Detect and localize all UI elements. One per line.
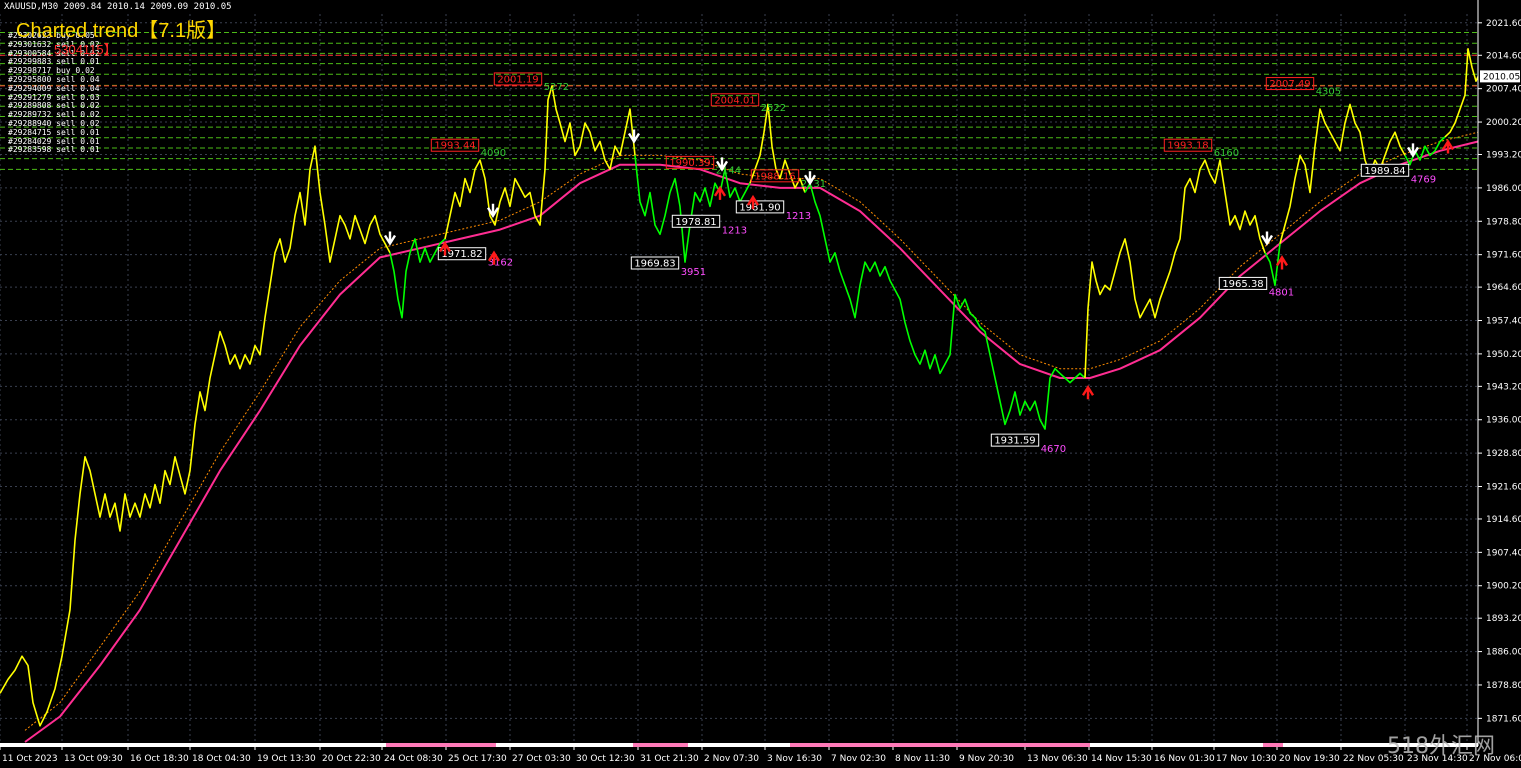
- bar-count-label: 5272: [544, 82, 569, 93]
- swing-low-label: 1969.83: [634, 259, 675, 270]
- y-tick-label: 1936.00: [1486, 416, 1521, 426]
- x-tick-label: 8 Nov 11:30: [895, 754, 950, 764]
- swing-low-label: 1971.82: [441, 249, 482, 260]
- order-item: #29283598 sell 0.01: [8, 145, 100, 155]
- current-price-label: 2010.05: [1483, 72, 1520, 82]
- y-tick-label: 1978.80: [1486, 217, 1521, 227]
- x-tick-label: 19 Oct 13:30: [257, 754, 316, 764]
- y-tick-label: 1986.00: [1486, 184, 1521, 194]
- x-tick-label: 16 Nov 01:30: [1154, 754, 1215, 764]
- price-chart[interactable]: 2001.19 5272 1993.44 4090 2004.01 2522 1990.39…: [0, 0, 1521, 768]
- y-tick-label: 1928.80: [1486, 449, 1521, 459]
- session-marker: [386, 743, 496, 747]
- y-tick-label: 1893.20: [1486, 614, 1521, 624]
- y-tick-label: 1957.40: [1486, 317, 1521, 327]
- y-tick-label: 2014.60: [1486, 51, 1521, 61]
- bar-count-label: 4801: [1269, 287, 1294, 298]
- bar-count-label: 3951: [681, 267, 706, 278]
- x-tick-label: 20 Nov 19:30: [1279, 754, 1340, 764]
- bar-count-label: 1213: [786, 211, 811, 222]
- session-marker: [790, 743, 1090, 747]
- x-tick-label: 25 Oct 17:30: [448, 754, 507, 764]
- y-tick-label: 1914.60: [1486, 515, 1521, 525]
- x-tick-label: 13 Nov 06:30: [1027, 754, 1088, 764]
- swing-high-label: 1990.39: [669, 158, 710, 169]
- session-marker: [633, 743, 688, 747]
- y-tick-label: 1921.60: [1486, 483, 1521, 493]
- bar-count-label: 4090: [481, 148, 506, 159]
- x-tick-label: 27 Oct 03:30: [512, 754, 571, 764]
- chart-background: [0, 0, 1521, 768]
- swing-high-label: 2001.19: [497, 74, 538, 85]
- bar-count-label: 1213: [722, 225, 747, 236]
- x-tick-label: 14 Nov 15:30: [1091, 754, 1152, 764]
- x-tick-label: 9 Nov 20:30: [959, 754, 1014, 764]
- x-tick-label: 31 Oct 21:30: [640, 754, 699, 764]
- x-tick-label: 30 Oct 12:30: [576, 754, 635, 764]
- y-tick-label: 1950.20: [1486, 350, 1521, 360]
- y-tick-label: 1971.60: [1486, 251, 1521, 261]
- x-tick-label: 7 Nov 02:30: [831, 754, 886, 764]
- y-tick-label: 2007.40: [1486, 85, 1521, 95]
- x-tick-label: 18 Oct 04:30: [192, 754, 251, 764]
- y-tick-label: 1871.60: [1486, 714, 1521, 724]
- x-tick-label: 16 Oct 18:30: [130, 754, 189, 764]
- y-tick-label: 1900.20: [1486, 582, 1521, 592]
- y-tick-label: 1878.80: [1486, 681, 1521, 691]
- x-tick-label: 11 Oct 2023: [2, 754, 58, 764]
- session-marker: [1263, 743, 1283, 747]
- x-tick-label: 13 Oct 09:30: [64, 754, 123, 764]
- swing-high-label: 1988.16: [754, 171, 795, 182]
- symbol-info: XAUUSD,M30 2009.84 2010.14 2009.09 2010.…: [4, 2, 232, 12]
- bar-count-label: 4305: [1316, 87, 1341, 98]
- swing-low-label: 1978.81: [675, 217, 716, 228]
- y-tick-label: 2000.20: [1486, 118, 1521, 128]
- bar-count-label: 2522: [761, 103, 786, 114]
- bar-count-label: 2131: [801, 179, 826, 190]
- swing-low-label: 1965.38: [1222, 279, 1263, 290]
- y-tick-label: 1886.00: [1486, 648, 1521, 658]
- y-tick-label: 1993.20: [1486, 150, 1521, 160]
- swing-high-label: 1993.44: [434, 141, 475, 152]
- swing-high-label: 2004.01: [714, 95, 755, 106]
- x-tick-label: 2 Nov 07:30: [704, 754, 759, 764]
- bar-count-label: 6160: [1214, 148, 1239, 159]
- swing-low-label: 1931.59: [994, 436, 1035, 447]
- indicator-title: Charted trend【7.1版】: [16, 20, 227, 42]
- swing-low-label: 1981.90: [739, 202, 780, 213]
- y-tick-label: 1907.40: [1486, 548, 1521, 558]
- bar-count-label: 4769: [1411, 174, 1436, 185]
- x-tick-label: 20 Oct 22:30: [322, 754, 381, 764]
- bar-count-label: 4670: [1041, 444, 1066, 455]
- y-tick-label: 2021.60: [1486, 19, 1521, 29]
- x-tick-label: 24 Oct 08:30: [384, 754, 443, 764]
- y-tick-label: 1964.60: [1486, 283, 1521, 293]
- indicator-subtitle: 5304115】: [54, 42, 117, 57]
- x-tick-label: 3 Nov 16:30: [767, 754, 822, 764]
- x-tick-label: 17 Nov 10:30: [1216, 754, 1277, 764]
- watermark-logo: 518外汇网: [1387, 734, 1495, 759]
- swing-high-label: 2007.49: [1269, 79, 1310, 90]
- y-tick-label: 1943.20: [1486, 382, 1521, 392]
- x-axis-bar: [0, 743, 1478, 747]
- bar-count-label: 3162: [488, 258, 513, 269]
- swing-low-label: 1989.84: [1364, 166, 1405, 177]
- swing-high-label: 1993.18: [1167, 141, 1208, 152]
